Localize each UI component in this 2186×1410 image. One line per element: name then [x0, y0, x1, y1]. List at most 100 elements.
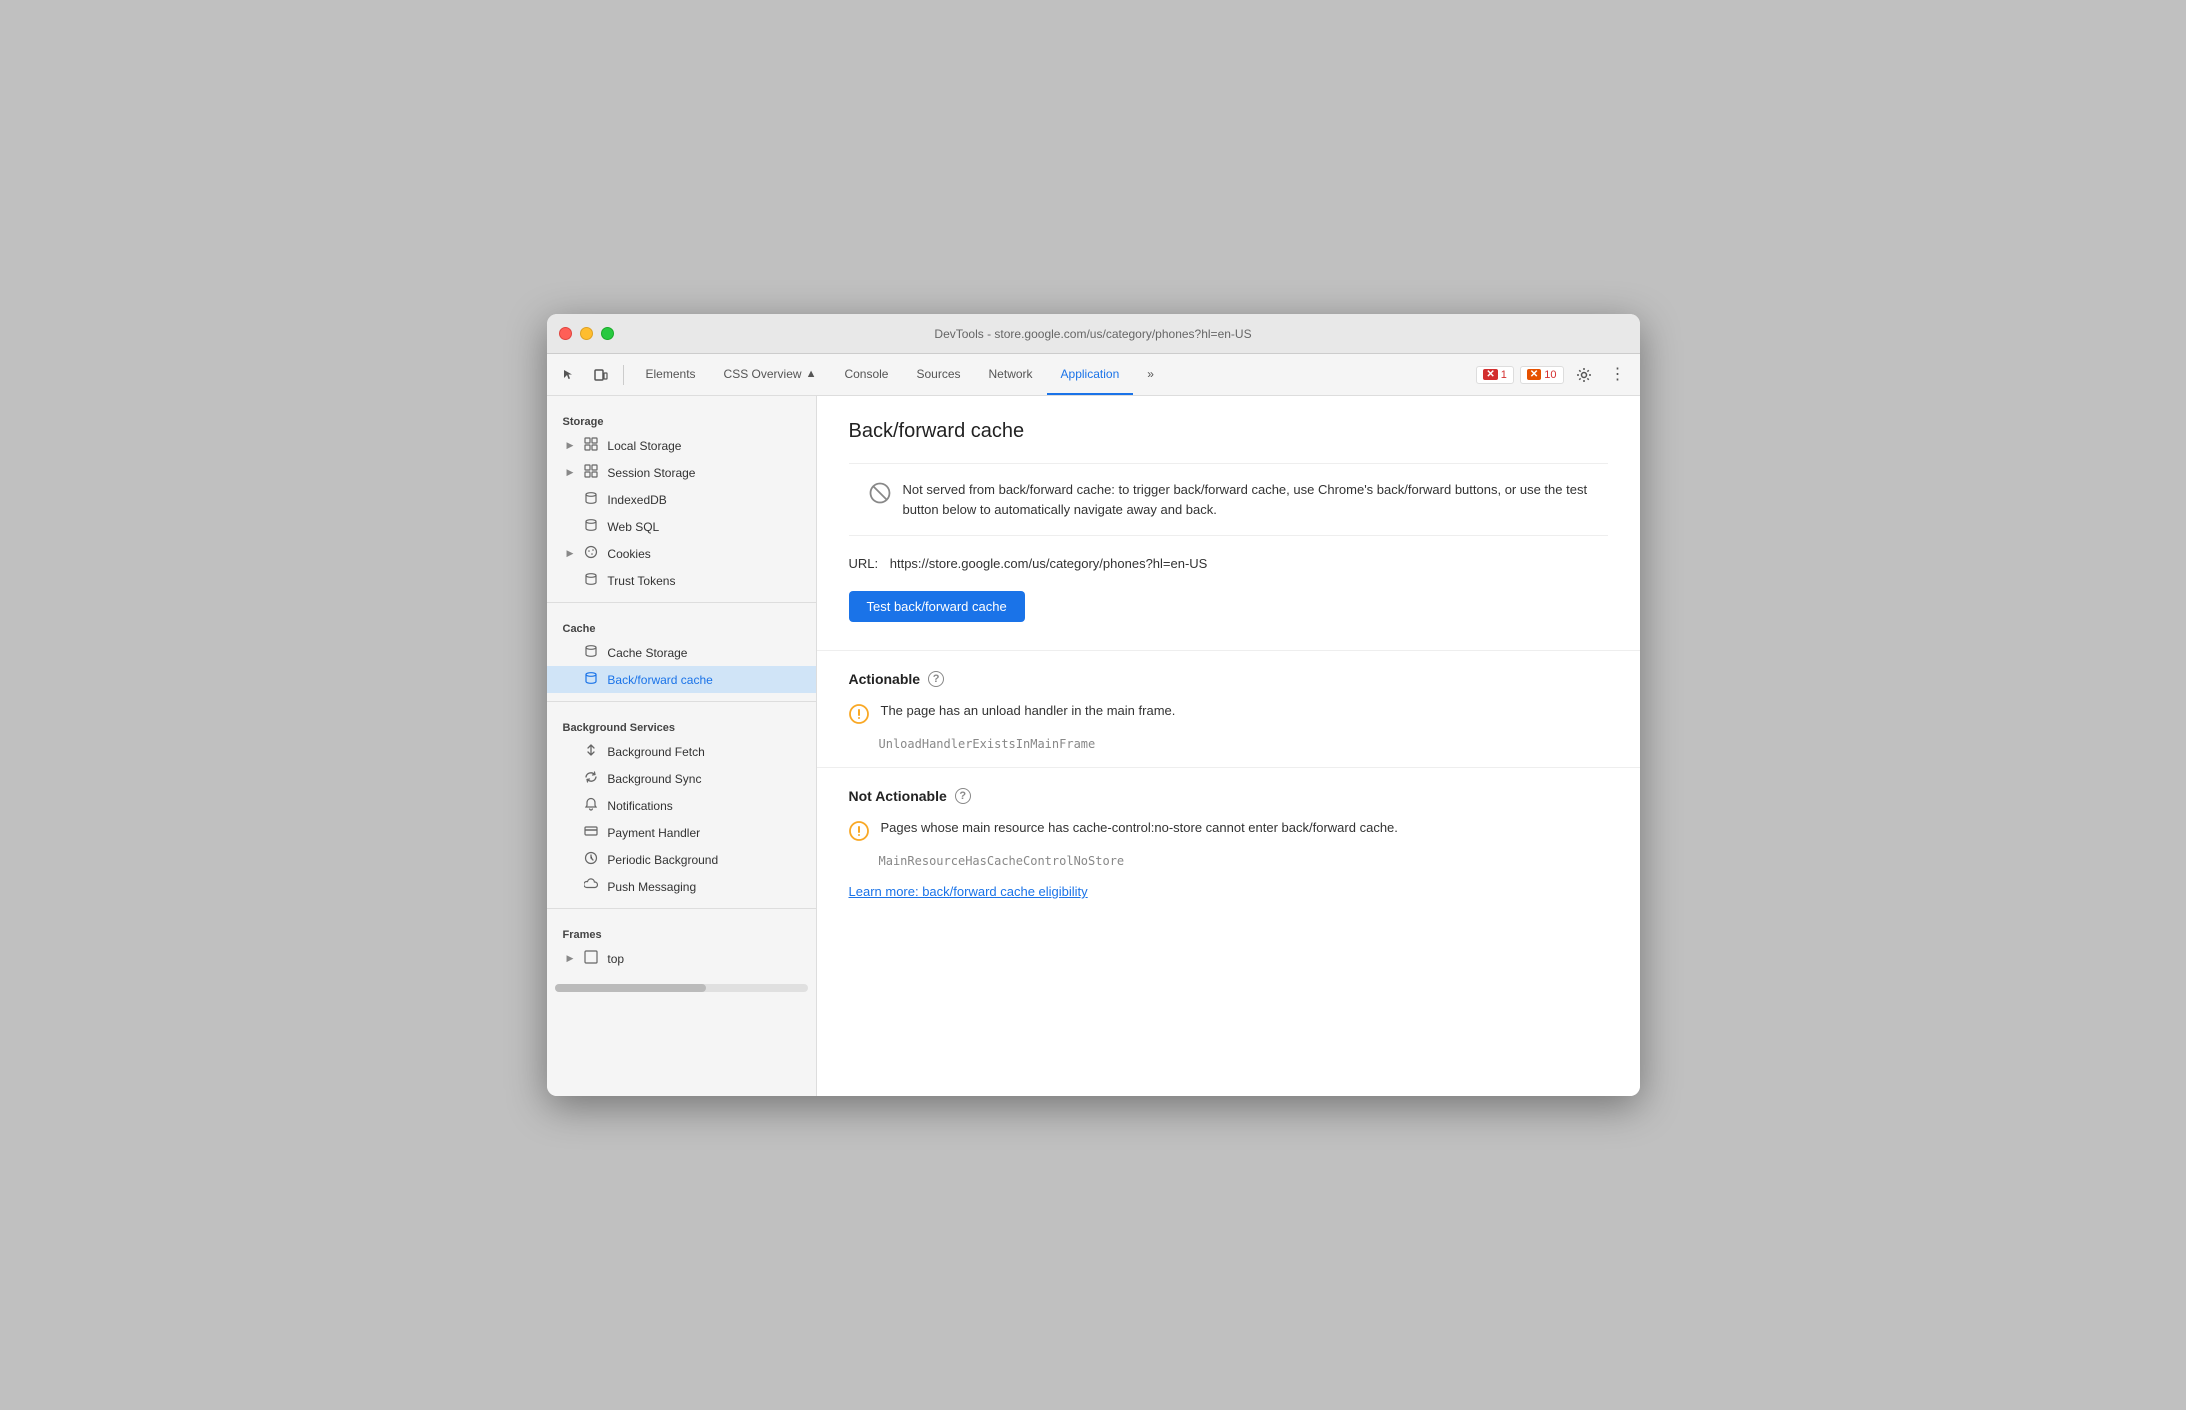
- tab-more[interactable]: »: [1133, 354, 1168, 395]
- session-storage-label: Session Storage: [607, 466, 695, 480]
- url-label: URL:: [849, 556, 879, 571]
- sidebar-item-notifications[interactable]: ▶ Notifications: [547, 792, 816, 819]
- info-banner: Not served from back/forward cache: to t…: [849, 463, 1608, 536]
- push-messaging-label: Push Messaging: [607, 880, 696, 894]
- tab-css-overview[interactable]: CSS Overview ▲: [710, 354, 831, 395]
- actionable-help-icon[interactable]: ?: [928, 671, 944, 687]
- not-actionable-issue-text: Pages whose main resource has cache-cont…: [881, 820, 1398, 835]
- sidebar-item-top[interactable]: ▶ top: [547, 945, 816, 972]
- settings-icon[interactable]: [1570, 361, 1598, 389]
- tab-elements[interactable]: Elements: [632, 354, 710, 395]
- ban-icon: [869, 482, 891, 510]
- sidebar-separator: [547, 602, 816, 603]
- grid-icon: [583, 464, 599, 481]
- notifications-label: Notifications: [607, 799, 672, 813]
- title-bar: DevTools - store.google.com/us/category/…: [547, 314, 1640, 354]
- warning-badge[interactable]: ✕ 10: [1520, 366, 1564, 384]
- top-label: top: [607, 952, 624, 966]
- cursor-icon[interactable]: [555, 361, 583, 389]
- traffic-lights: [559, 327, 614, 340]
- not-actionable-help-icon[interactable]: ?: [955, 788, 971, 804]
- clock-icon: [583, 851, 599, 868]
- background-sync-label: Background Sync: [607, 772, 701, 786]
- sidebar-item-session-storage[interactable]: ▶ Session Storage: [547, 459, 816, 486]
- sidebar-item-background-sync[interactable]: ▶ Background Sync: [547, 765, 816, 792]
- sync-icon: [583, 770, 599, 787]
- sidebar-separator-3: [547, 908, 816, 909]
- storage-section-label: Storage: [547, 404, 816, 432]
- error-badge[interactable]: ✕ 1: [1476, 366, 1514, 384]
- scrollbar-track[interactable]: [555, 984, 808, 992]
- local-storage-label: Local Storage: [607, 439, 681, 453]
- toolbar-tabs: Elements CSS Overview ▲ Console Sources …: [632, 354, 1168, 395]
- sidebar-item-local-storage[interactable]: ▶ Local Storage: [547, 432, 816, 459]
- sidebar-item-background-fetch[interactable]: ▶ Background Fetch: [547, 738, 816, 765]
- trust-tokens-label: Trust Tokens: [607, 574, 675, 588]
- not-actionable-label: Not Actionable: [849, 788, 947, 804]
- sidebar-item-cookies[interactable]: ▶ Cookies: [547, 540, 816, 567]
- toolbar-right: ✕ 1 ✕ 10 ⋮: [1476, 361, 1631, 389]
- actionable-issue-block: The page has an unload handler in the ma…: [849, 703, 1608, 729]
- sidebar-item-trust-tokens[interactable]: ▶ Trust Tokens: [547, 567, 816, 594]
- learn-more-link[interactable]: Learn more: back/forward cache eligibili…: [849, 884, 1608, 899]
- section-separator: [817, 650, 1640, 651]
- cylinder-icon: [583, 644, 599, 661]
- main-layout: Storage ▶ Local Storage ▶ Session Storag…: [547, 396, 1640, 1096]
- sidebar-item-payment-handler[interactable]: ▶ Payment Handler: [547, 819, 816, 846]
- test-cache-button[interactable]: Test back/forward cache: [849, 591, 1025, 622]
- cylinder-icon: [583, 491, 599, 508]
- bg-services-label: Background Services: [547, 710, 816, 738]
- sidebar-item-cache-storage[interactable]: ▶ Cache Storage: [547, 639, 816, 666]
- minimize-button[interactable]: [580, 327, 593, 340]
- expand-arrow-icon: ▶: [567, 467, 574, 478]
- cylinder-icon: [583, 518, 599, 535]
- cookies-label: Cookies: [607, 547, 650, 561]
- window-title: DevTools - store.google.com/us/category/…: [934, 327, 1251, 341]
- sidebar-item-back-forward-cache[interactable]: ▶ Back/forward cache: [547, 666, 816, 693]
- scrollbar-thumb[interactable]: [555, 984, 707, 992]
- bell-icon: [583, 797, 599, 814]
- url-row: URL: https://store.google.com/us/categor…: [849, 556, 1608, 571]
- cylinder-icon: [583, 572, 599, 589]
- toolbar: Elements CSS Overview ▲ Console Sources …: [547, 354, 1640, 396]
- cookie-icon: [583, 545, 599, 562]
- grid-icon: [583, 437, 599, 454]
- arrows-icon: [583, 743, 599, 760]
- sidebar-item-web-sql[interactable]: ▶ Web SQL: [547, 513, 816, 540]
- url-value: https://store.google.com/us/category/pho…: [890, 556, 1208, 571]
- warning-x-icon: ✕: [1527, 369, 1541, 380]
- not-actionable-issue-block: Pages whose main resource has cache-cont…: [849, 820, 1608, 846]
- error-x-icon: ✕: [1483, 369, 1497, 380]
- cache-section-label: Cache: [547, 611, 816, 639]
- expand-arrow-icon: ▶: [567, 440, 574, 451]
- tab-sources[interactable]: Sources: [902, 354, 974, 395]
- not-actionable-header: Not Actionable ?: [849, 788, 1608, 804]
- tab-console[interactable]: Console: [830, 354, 902, 395]
- frame-icon: [583, 950, 599, 967]
- toolbar-separator: [623, 365, 624, 385]
- more-options-icon[interactable]: ⋮: [1604, 361, 1632, 389]
- tab-application[interactable]: Application: [1047, 354, 1134, 395]
- indexeddb-label: IndexedDB: [607, 493, 666, 507]
- not-actionable-issue-code: MainResourceHasCacheControlNoStore: [879, 854, 1608, 868]
- maximize-button[interactable]: [601, 327, 614, 340]
- devtools-window: DevTools - store.google.com/us/category/…: [547, 314, 1640, 1096]
- actionable-label: Actionable: [849, 671, 921, 687]
- cloud-icon: [583, 878, 599, 895]
- close-button[interactable]: [559, 327, 572, 340]
- page-title: Back/forward cache: [849, 420, 1608, 443]
- actionable-issue-text: The page has an unload handler in the ma…: [881, 703, 1176, 718]
- error-count: 1: [1501, 369, 1507, 381]
- web-sql-label: Web SQL: [607, 520, 659, 534]
- content-area: Back/forward cache Not served from back/…: [817, 396, 1640, 1096]
- sidebar-item-periodic-background[interactable]: ▶ Periodic Background: [547, 846, 816, 873]
- section-separator-2: [817, 767, 1640, 768]
- tab-network[interactable]: Network: [975, 354, 1047, 395]
- device-icon[interactable]: [587, 361, 615, 389]
- sidebar-item-indexeddb[interactable]: ▶ IndexedDB: [547, 486, 816, 513]
- cylinder-icon: [583, 671, 599, 688]
- actionable-header: Actionable ?: [849, 671, 1608, 687]
- sidebar-item-push-messaging[interactable]: ▶ Push Messaging: [547, 873, 816, 900]
- cache-storage-label: Cache Storage: [607, 646, 687, 660]
- payment-handler-label: Payment Handler: [607, 826, 700, 840]
